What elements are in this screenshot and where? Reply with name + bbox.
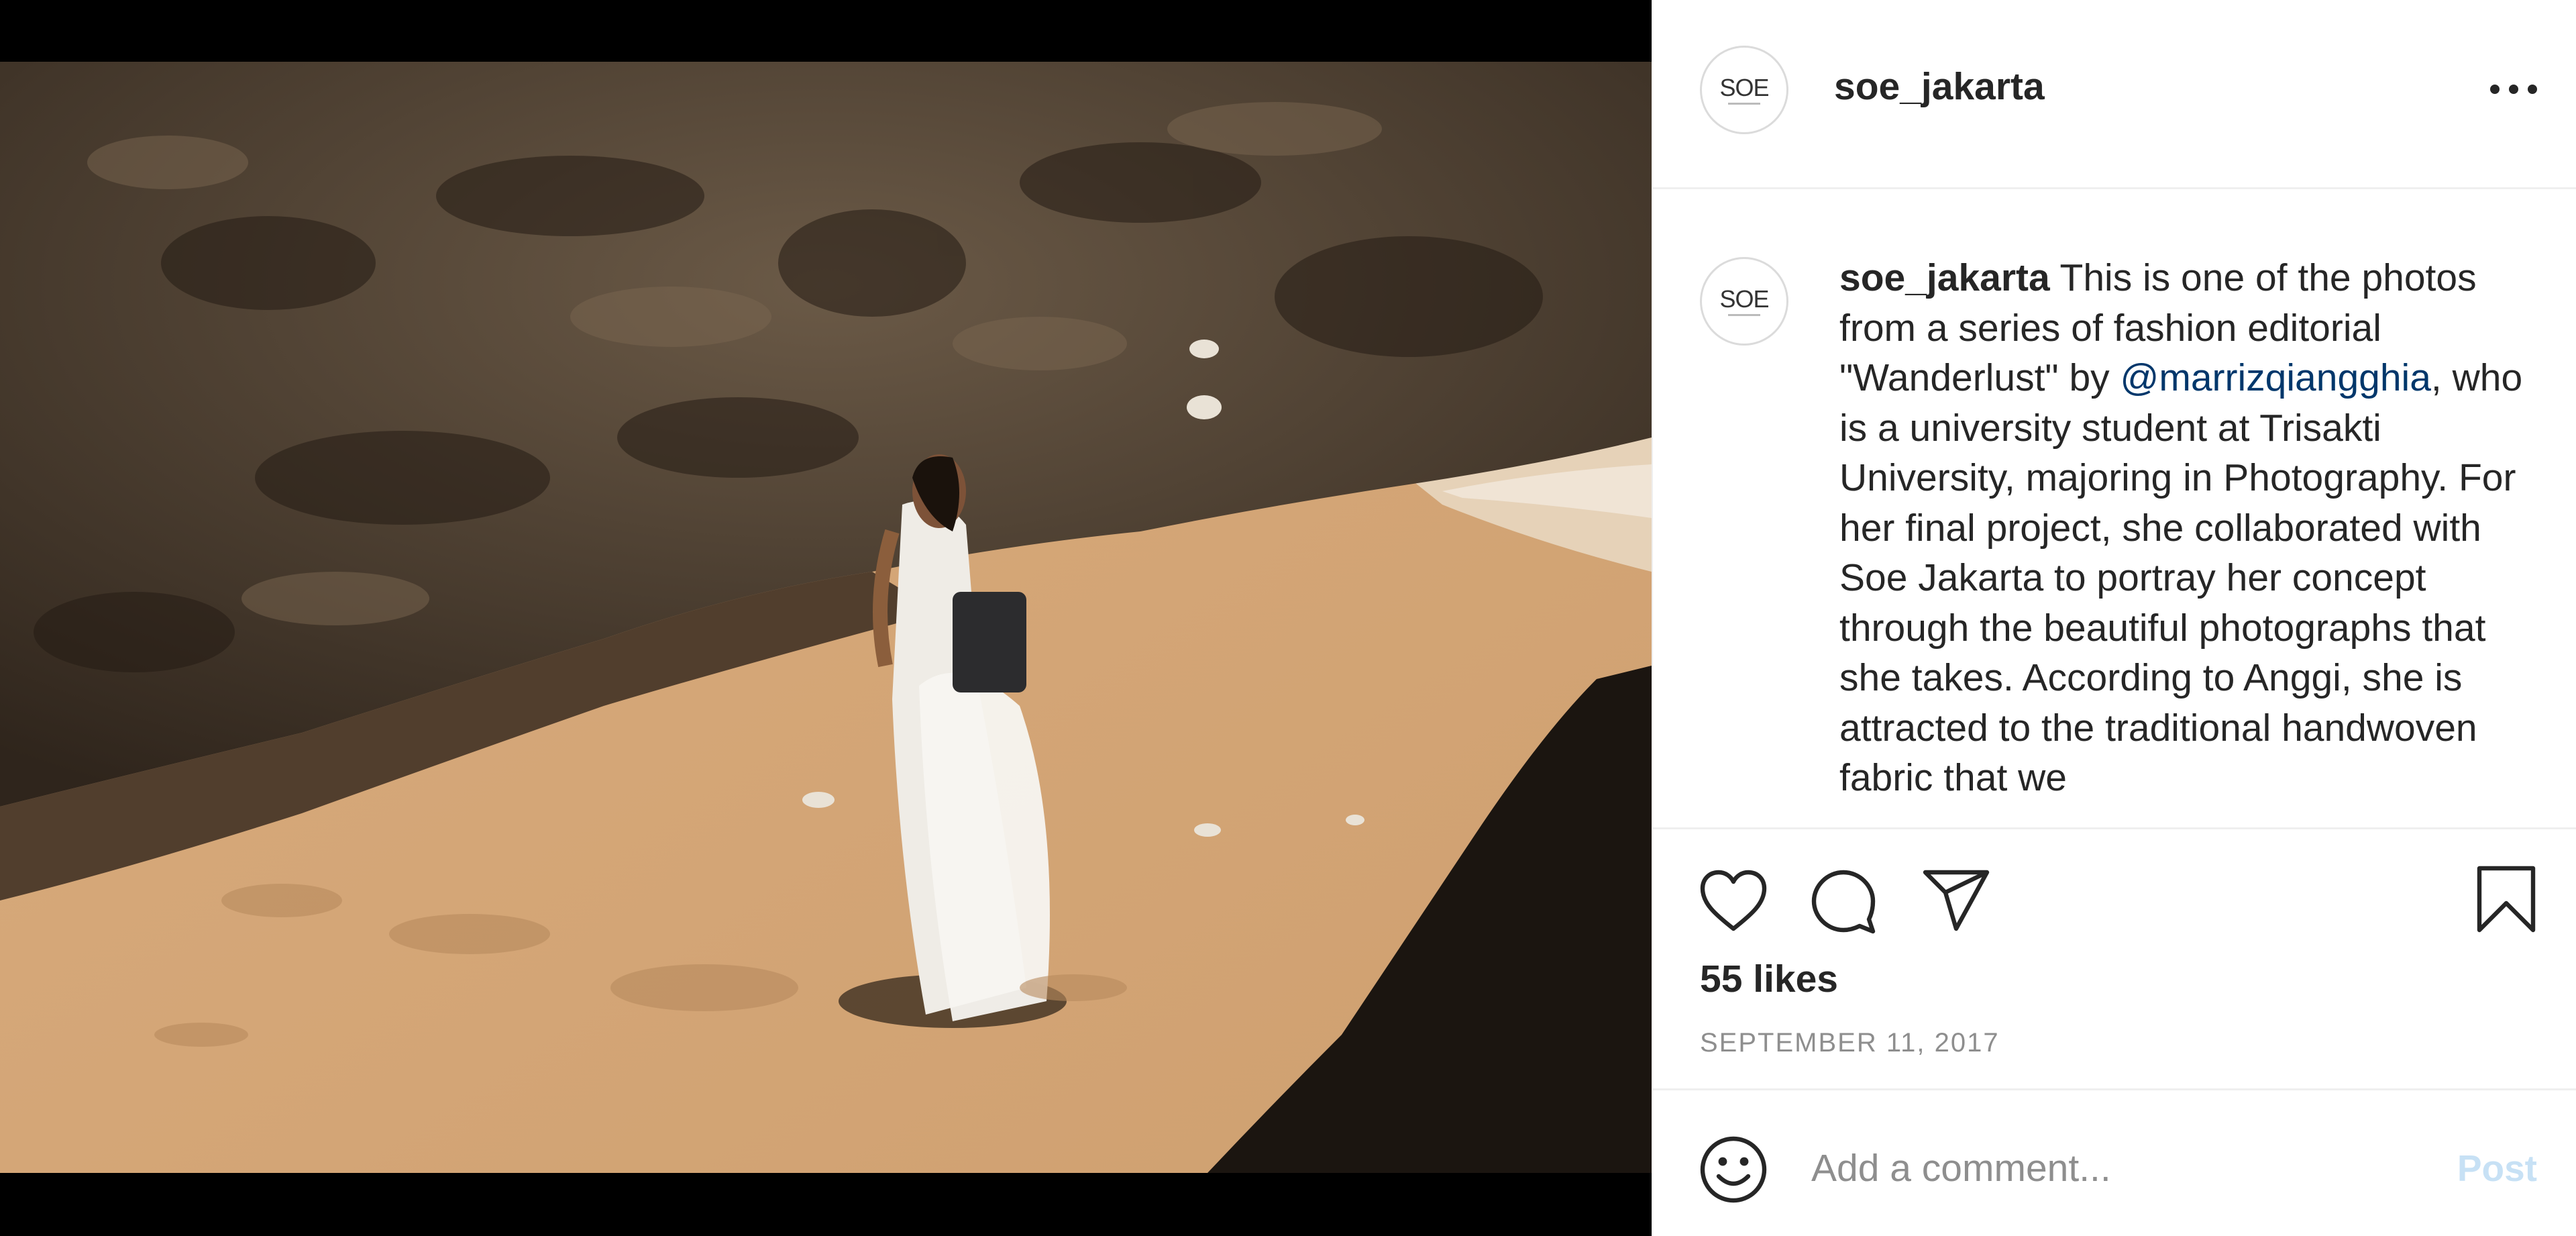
caption-text-part: , who is a university student at Trisakt… <box>1839 356 2523 799</box>
post-media <box>0 0 1652 1236</box>
caption-mention-link[interactable]: @marrizqiangghia <box>2121 356 2431 399</box>
save-button[interactable] <box>2475 864 2537 934</box>
heart-icon <box>1700 870 1767 931</box>
likes-count[interactable]: 55 likes <box>1700 957 1838 1001</box>
avatar-logo-text: SOE <box>1719 285 1769 313</box>
caption-text: soe_jakarta This is one of the photos fr… <box>1839 253 2551 803</box>
share-button[interactable] <box>1921 868 1991 933</box>
comment-input[interactable] <box>1811 1135 2415 1202</box>
share-icon <box>1923 870 1990 931</box>
comment-button[interactable] <box>1810 868 1877 935</box>
post-side-panel: SOE soe_jakarta SOE soe_jakarta This is … <box>1652 0 2576 1236</box>
post-actions: 55 likes SEPTEMBER 11, 2017 <box>1653 827 2576 1090</box>
more-options-button[interactable] <box>2490 79 2537 99</box>
post-photo[interactable] <box>0 62 1652 1173</box>
post-header: SOE soe_jakarta <box>1653 0 2576 189</box>
smiley-icon <box>1700 1136 1767 1203</box>
bookmark-icon <box>2477 866 2536 933</box>
avatar-logo-text: SOE <box>1719 73 1769 101</box>
instagram-post-modal: SOE soe_jakarta SOE soe_jakarta This is … <box>0 0 2576 1236</box>
header-username[interactable]: soe_jakarta <box>1834 64 2045 109</box>
avatar-logo-underline <box>1728 102 1760 105</box>
like-button[interactable] <box>1699 868 1768 933</box>
post-date: SEPTEMBER 11, 2017 <box>1700 1028 2000 1058</box>
dot-icon <box>2490 85 2500 94</box>
post-comment-button[interactable]: Post <box>2457 1147 2537 1190</box>
comment-bar: Post <box>1653 1090 2576 1236</box>
caption-area: SOE soe_jakarta This is one of the photo… <box>1653 191 2576 827</box>
avatar[interactable]: SOE <box>1700 46 1788 134</box>
emoji-button[interactable] <box>1699 1135 1768 1208</box>
caption-username[interactable]: soe_jakarta <box>1839 256 2050 299</box>
avatar-logo-underline <box>1728 313 1760 316</box>
beach-photo-illustration <box>0 62 1652 1173</box>
comment-icon <box>1811 870 1876 934</box>
caption-avatar[interactable]: SOE <box>1700 257 1788 346</box>
dot-icon <box>2509 85 2518 94</box>
dot-icon <box>2528 85 2537 94</box>
